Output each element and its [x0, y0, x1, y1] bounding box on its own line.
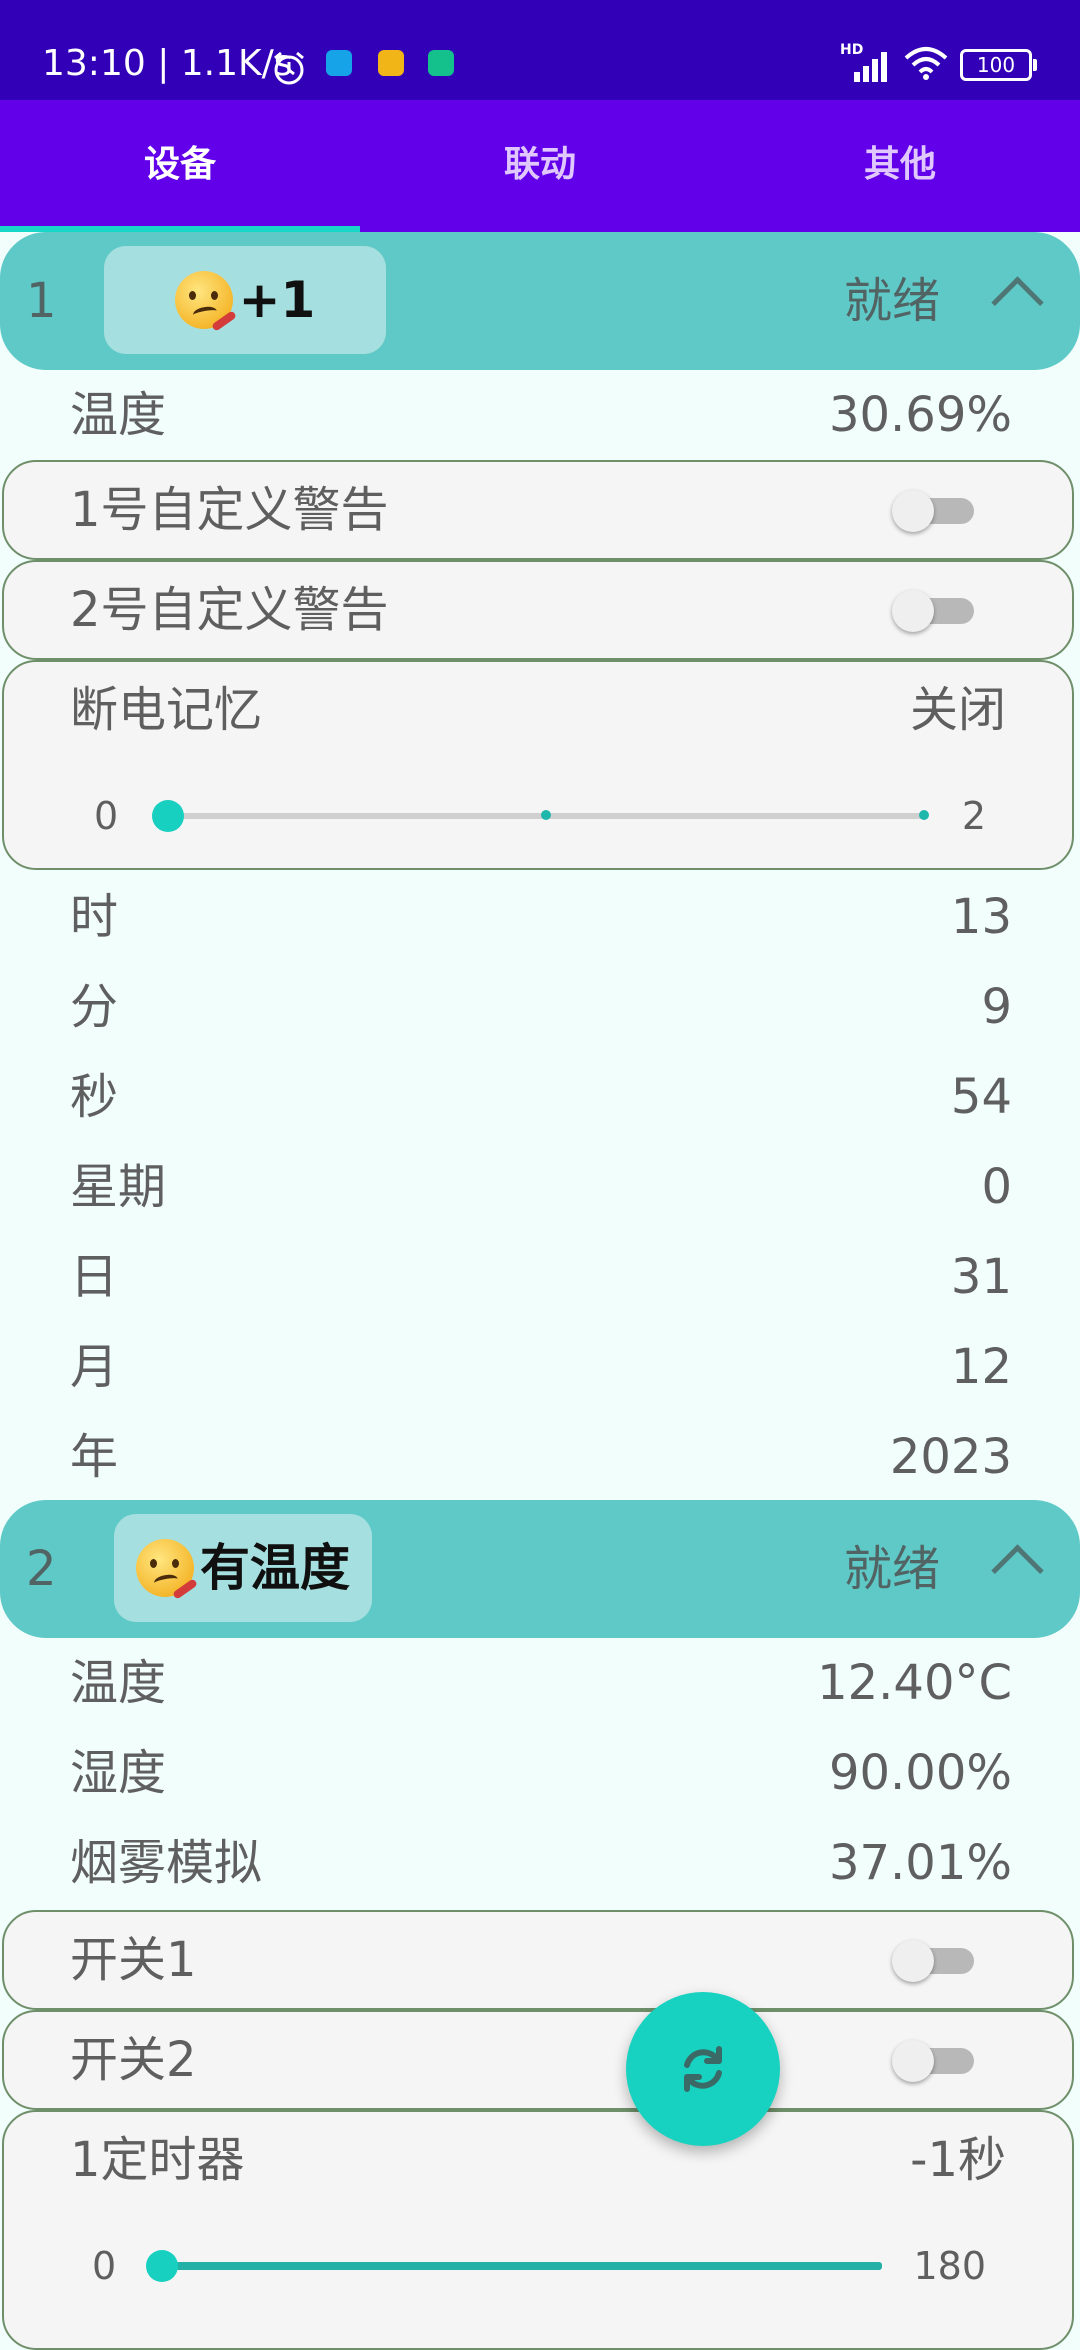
alert-1-card: 1号自定义警告: [2, 460, 1074, 560]
temperature-label: 温度: [70, 387, 167, 443]
alert-2-card: 2号自定义警告: [2, 560, 1074, 660]
minute-value: 9: [981, 979, 1012, 1035]
smoke-row: 烟雾模拟 37.01%: [70, 1818, 1012, 1908]
timer-card: 1定时器 -1秒 0 180: [2, 2110, 1074, 2350]
toggle-thumb: [892, 590, 934, 632]
chevron-up-icon[interactable]: [991, 1544, 1044, 1597]
status-time: 13:10 | 1.1K/s: [42, 43, 293, 84]
device-status: 就绪: [843, 1541, 940, 1597]
phone-app-icon: [428, 50, 454, 76]
sick-face-icon: [174, 271, 237, 332]
slider-min-label: 0: [92, 2244, 117, 2288]
alarm-icon: [270, 50, 308, 90]
slider-thumb[interactable]: [152, 800, 184, 832]
device-name: +1: [238, 271, 316, 329]
device-name-chip: +1: [104, 246, 386, 354]
refresh-icon: [684, 2046, 722, 2092]
hour-label: 时: [70, 889, 119, 945]
month-value: 12: [950, 1339, 1012, 1395]
temperature-row: 温度 12.40°C: [70, 1638, 1012, 1728]
humidity-value: 90.00%: [828, 1745, 1012, 1801]
tab-other[interactable]: 其他: [720, 100, 1080, 232]
year-row: 年 2023: [70, 1412, 1012, 1502]
slider-max-label: 180: [913, 2244, 986, 2288]
tab-devices[interactable]: 设备: [0, 100, 360, 232]
month-label: 月: [70, 1339, 119, 1395]
signal-hd-label: HD: [840, 42, 864, 58]
timer-value: -1秒: [910, 2132, 1006, 2188]
temperature-label: 温度: [70, 1655, 167, 1711]
humidity-label: 湿度: [70, 1745, 167, 1801]
smoke-label: 烟雾模拟: [70, 1835, 263, 1891]
temperature-value: 12.40°C: [817, 1655, 1012, 1711]
alert-2-toggle[interactable]: [892, 590, 976, 632]
signal-icon: HD: [840, 42, 892, 82]
slider-tick: [919, 810, 929, 820]
slider-thumb[interactable]: [146, 2250, 178, 2282]
device-name-chip: 有温度: [114, 1514, 372, 1622]
second-label: 秒: [70, 1069, 119, 1125]
switch-2-toggle[interactable]: [892, 2040, 976, 2082]
device-name: 有温度: [200, 1539, 350, 1597]
temperature-row: 温度 30.69%: [70, 370, 1012, 460]
month-row: 月 12: [70, 1322, 1012, 1412]
humidity-row: 湿度 90.00%: [70, 1728, 1012, 1818]
minute-row: 分 9: [70, 962, 1012, 1052]
power-memory-slider[interactable]: 0 2: [4, 786, 1076, 846]
device-1-header[interactable]: 1 +1 就绪: [0, 232, 1080, 370]
alert-1-toggle[interactable]: [892, 490, 976, 532]
refresh-button[interactable]: [626, 1992, 780, 2146]
switch-1-card: 开关1: [2, 1910, 1074, 2010]
wifi-icon: [904, 46, 948, 84]
toggle-thumb: [892, 2040, 934, 2082]
smoke-value: 37.01%: [828, 1835, 1012, 1891]
alipay-icon: [326, 50, 352, 76]
sick-face-icon: [136, 1539, 198, 1600]
hour-row: 时 13: [70, 872, 1012, 962]
switch-1-toggle[interactable]: [892, 1940, 976, 1982]
weekday-row: 星期 0: [70, 1142, 1012, 1232]
power-memory-card: 断电记忆 关闭 0 2: [2, 660, 1074, 870]
power-memory-value: 关闭: [909, 682, 1006, 738]
day-value: 31: [950, 1249, 1012, 1305]
switch-1-label: 开关1: [70, 1932, 197, 1988]
second-value: 54: [950, 1069, 1012, 1125]
mail-app-icon: [378, 50, 404, 76]
switch-2-label: 开关2: [70, 2032, 197, 2088]
day-row: 日 31: [70, 1232, 1012, 1322]
timer-label: 1定时器: [70, 2132, 245, 2188]
second-row: 秒 54: [70, 1052, 1012, 1142]
chevron-up-icon[interactable]: [991, 276, 1044, 329]
tab-bar: 设备 联动 其他: [0, 100, 1080, 232]
timer-slider[interactable]: 0 180: [4, 2236, 1076, 2296]
tab-linkage[interactable]: 联动: [360, 100, 720, 232]
weekday-label: 星期: [70, 1159, 167, 1215]
toggle-thumb: [892, 1940, 934, 1982]
battery-icon: 100: [960, 49, 1037, 81]
switch-2-card: 开关2: [2, 2010, 1074, 2110]
device-index: 2: [26, 1541, 57, 1597]
year-value: 2023: [889, 1429, 1012, 1485]
alert-2-label: 2号自定义警告: [70, 582, 389, 638]
day-label: 日: [70, 1249, 119, 1305]
alert-1-label: 1号自定义警告: [70, 482, 389, 538]
power-memory-label: 断电记忆: [70, 682, 263, 738]
hour-value: 13: [950, 889, 1012, 945]
minute-label: 分: [70, 979, 119, 1035]
slider-tick: [541, 810, 551, 820]
year-label: 年: [70, 1429, 119, 1485]
weekday-value: 0: [981, 1159, 1012, 1215]
status-bar: 13:10 | 1.1K/s HD 100: [0, 0, 1080, 100]
slider-max-label: 2: [961, 794, 986, 838]
device-index: 1: [26, 273, 57, 329]
temperature-value: 30.69%: [828, 387, 1012, 443]
slider-track: [152, 800, 929, 832]
device-status: 就绪: [843, 273, 940, 329]
slider-track: [146, 2250, 882, 2282]
device-2-header[interactable]: 2 有温度 就绪: [0, 1500, 1080, 1638]
slider-min-label: 0: [94, 794, 119, 838]
toggle-thumb: [892, 490, 934, 532]
